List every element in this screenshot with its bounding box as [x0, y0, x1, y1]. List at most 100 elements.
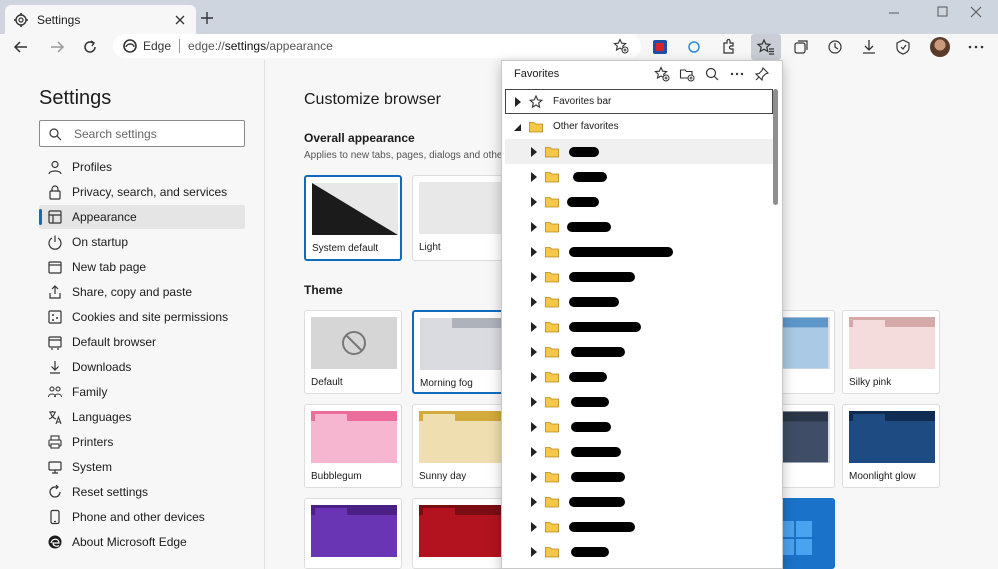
favorite-subfolder[interactable] — [505, 389, 773, 414]
theme-red[interactable] — [412, 498, 510, 569]
favorite-subfolder[interactable] — [505, 189, 773, 214]
sidebar-item-about-microsoft-edge[interactable]: About Microsoft Edge — [39, 530, 245, 554]
theme-bubblegum[interactable]: Bubblegum — [304, 404, 402, 488]
sidebar-item-printers[interactable]: Printers — [39, 430, 245, 454]
add-folder-icon[interactable] — [679, 66, 695, 82]
sidebar-item-on-startup[interactable]: On startup — [39, 230, 245, 254]
more-icon[interactable] — [966, 37, 986, 57]
chevron-expanded-icon[interactable] — [513, 122, 523, 132]
close-icon[interactable] — [172, 12, 188, 28]
favorite-subfolder[interactable] — [505, 539, 773, 564]
sidebar-item-downloads[interactable]: Downloads — [39, 355, 245, 379]
pin-icon[interactable] — [754, 66, 770, 82]
sidebar-item-phone-and-other-devices[interactable]: Phone and other devices — [39, 505, 245, 529]
chevron-right-icon[interactable] — [529, 371, 539, 382]
favorites-scrollbar[interactable] — [773, 89, 778, 205]
window-close-icon[interactable] — [968, 4, 984, 20]
favorite-subfolder[interactable] — [505, 339, 773, 364]
sidebar-item-appearance[interactable]: Appearance — [39, 205, 245, 229]
chevron-right-icon[interactable] — [529, 421, 539, 432]
maximize-icon[interactable] — [934, 4, 950, 20]
theme-sunny-day[interactable]: Sunny day — [412, 404, 510, 488]
avatar[interactable] — [930, 37, 950, 57]
chevron-right-icon[interactable] — [529, 221, 539, 232]
favorites-title: Favorites — [514, 68, 560, 80]
sidebar-item-label: Appearance — [72, 210, 137, 224]
appearance-system-default[interactable]: System default — [304, 175, 402, 261]
theme-morning-fog[interactable]: Morning fog — [412, 310, 510, 394]
sidebar-item-label: Privacy, search, and services — [72, 185, 228, 199]
favorites-bar-folder[interactable]: Favorites bar — [505, 89, 773, 114]
address-bar[interactable]: Edge edge://settings/appearance — [113, 34, 641, 58]
chevron-right-icon[interactable] — [529, 546, 539, 557]
chevron-right-icon[interactable] — [529, 321, 539, 332]
history-icon[interactable] — [825, 37, 845, 57]
tab-settings[interactable]: Settings — [5, 5, 196, 34]
favorite-subfolder[interactable] — [505, 414, 773, 439]
chevron-right-icon[interactable] — [529, 271, 539, 282]
download-icon[interactable] — [859, 37, 879, 57]
favorite-subfolder[interactable] — [505, 514, 773, 539]
sidebar-item-label: Reset settings — [72, 485, 149, 499]
other-favorites-folder[interactable]: Other favorites — [505, 114, 773, 139]
favorite-subfolder[interactable] — [505, 239, 773, 264]
chevron-right-icon[interactable] — [529, 246, 539, 257]
minimize-icon[interactable] — [886, 4, 902, 20]
favorite-subfolder[interactable] — [505, 139, 773, 164]
chevron-right-icon[interactable] — [529, 196, 539, 207]
theme-default[interactable]: Default — [304, 310, 402, 394]
sidebar-item-reset-settings[interactable]: Reset settings — [39, 480, 245, 504]
favorite-subfolder[interactable] — [505, 314, 773, 339]
chevron-right-icon[interactable] — [513, 96, 523, 107]
chevron-right-icon[interactable] — [529, 296, 539, 307]
theme-moonlight-glow[interactable]: Moonlight glow — [842, 404, 940, 488]
sidebar-item-system[interactable]: System — [39, 455, 245, 479]
add-favorite-icon[interactable] — [654, 66, 670, 82]
forward-icon[interactable] — [48, 38, 66, 56]
chevron-right-icon[interactable] — [529, 446, 539, 457]
sidebar-item-family[interactable]: Family — [39, 380, 245, 404]
chevron-right-icon[interactable] — [529, 146, 539, 157]
favorites-bar-label: Favorites bar — [553, 96, 612, 107]
extensions-icon[interactable] — [718, 37, 738, 57]
back-icon[interactable] — [12, 38, 30, 56]
favorite-subfolder[interactable] — [505, 489, 773, 514]
add-favorite-icon[interactable] — [613, 38, 629, 54]
favorite-subfolder[interactable] — [505, 264, 773, 289]
sidebar-item-share-copy-and-paste[interactable]: Share, copy and paste — [39, 280, 245, 304]
search-input[interactable]: Search settings — [39, 120, 245, 147]
sidebar-item-languages[interactable]: Languages — [39, 405, 245, 429]
favorite-subfolder[interactable] — [505, 464, 773, 489]
chevron-right-icon[interactable] — [529, 521, 539, 532]
refresh-icon[interactable] — [81, 38, 99, 56]
chevron-right-icon[interactable] — [529, 396, 539, 407]
sidebar-item-cookies-and-site-permissions[interactable]: Cookies and site permissions — [39, 305, 245, 329]
favorite-subfolder[interactable] — [505, 164, 773, 189]
sidebar-item-privacy-search-and-services[interactable]: Privacy, search, and services — [39, 180, 245, 204]
performance-icon[interactable] — [893, 37, 913, 57]
sidebar-item-profiles[interactable]: Profiles — [39, 155, 245, 179]
chevron-right-icon[interactable] — [529, 346, 539, 357]
theme-silky-pink[interactable]: Silky pink — [842, 310, 940, 394]
chevron-right-icon[interactable] — [529, 496, 539, 507]
favorite-subfolder[interactable] — [505, 439, 773, 464]
favorite-subfolder[interactable] — [505, 214, 773, 239]
chevron-right-icon[interactable] — [529, 471, 539, 482]
extension-red-icon[interactable] — [650, 37, 670, 57]
chevron-right-icon[interactable] — [529, 171, 539, 182]
appearance-light[interactable]: Light — [412, 175, 510, 261]
favorite-subfolder[interactable] — [505, 289, 773, 314]
favorite-subfolder[interactable] — [505, 364, 773, 389]
extension-circle-icon[interactable] — [684, 37, 704, 57]
sidebar-item-label: Printers — [72, 435, 114, 449]
sidebar-item-new-tab-page[interactable]: New tab page — [39, 255, 245, 279]
download-icon — [50, 361, 60, 374]
search-placeholder: Search settings — [74, 126, 157, 141]
search-icon[interactable] — [704, 66, 720, 82]
sidebar-item-default-browser[interactable]: Default browser — [39, 330, 245, 354]
favorites-button[interactable] — [751, 34, 781, 60]
collections-icon[interactable] — [791, 37, 811, 57]
new-tab-icon[interactable] — [198, 9, 216, 27]
theme-purple[interactable] — [304, 498, 402, 569]
more-icon[interactable] — [729, 66, 745, 82]
